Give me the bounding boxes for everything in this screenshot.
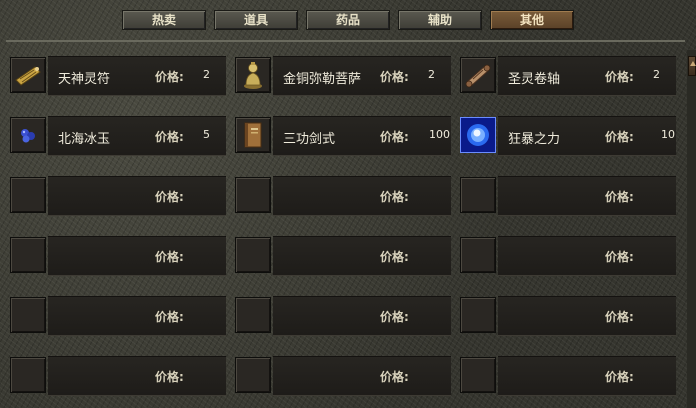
- empty-item-slot[interactable]: [235, 237, 271, 273]
- item-name: 圣灵卷轴: [508, 72, 561, 87]
- shop-item[interactable]: 价格:: [460, 295, 682, 336]
- price-label: 价格:: [155, 310, 184, 324]
- empty-item-slot[interactable]: [460, 297, 496, 333]
- item-band: [498, 176, 676, 216]
- shop-item[interactable]: 圣灵卷轴 价格: 2: [460, 55, 682, 96]
- item-price: 2: [428, 68, 435, 81]
- price-label: 价格:: [605, 250, 634, 264]
- price-label: 价格:: [605, 130, 634, 144]
- item-band: [48, 236, 226, 276]
- item-band: [498, 296, 676, 336]
- item-band: [48, 176, 226, 216]
- shop-item[interactable]: 价格:: [235, 235, 457, 276]
- item-slot[interactable]: [235, 57, 271, 93]
- item-price: 2: [203, 68, 210, 81]
- shop-row: 北海冰玉 价格: 5 三功剑式 价格: 100 狂暴之力 价格: 10: [10, 115, 686, 156]
- shop-item[interactable]: 价格:: [10, 295, 232, 336]
- item-slot[interactable]: [235, 117, 271, 153]
- shop-row: 价格: 价格: 价格:: [10, 175, 686, 216]
- shop-item[interactable]: 价格:: [235, 295, 457, 336]
- shop-item[interactable]: 价格:: [235, 175, 457, 216]
- scrollbar[interactable]: [687, 50, 696, 408]
- price-label: 价格:: [605, 310, 634, 324]
- shop-item[interactable]: 价格:: [10, 355, 232, 396]
- price-label: 价格:: [605, 370, 634, 384]
- price-label: 价格:: [155, 190, 184, 204]
- item-band: [498, 236, 676, 276]
- tab-items[interactable]: 道具: [214, 10, 298, 30]
- shop-item[interactable]: 天神灵符 价格: 2: [10, 55, 232, 96]
- item-name: 三功剑式: [283, 132, 336, 147]
- item-price: 100: [429, 128, 450, 141]
- price-label: 价格:: [155, 250, 184, 264]
- scroll-up-button[interactable]: [688, 56, 696, 76]
- price-label: 价格:: [380, 190, 409, 204]
- shop-item[interactable]: 价格:: [460, 355, 682, 396]
- item-name: 狂暴之力: [508, 132, 561, 147]
- empty-item-slot[interactable]: [10, 297, 46, 333]
- item-name: 天神灵符: [58, 72, 111, 87]
- book-icon: [244, 122, 262, 148]
- shop-item[interactable]: 价格:: [460, 235, 682, 276]
- price-label: 价格:: [155, 370, 184, 384]
- shop-item[interactable]: 北海冰玉 价格: 5: [10, 115, 232, 156]
- price-label: 价格:: [380, 250, 409, 264]
- shop-item[interactable]: 三功剑式 价格: 100: [235, 115, 457, 156]
- tab-hot-sale[interactable]: 热卖: [122, 10, 206, 30]
- talisman-icon: [15, 66, 41, 86]
- empty-item-slot[interactable]: [10, 177, 46, 213]
- item-name: 北海冰玉: [58, 132, 111, 147]
- item-slot[interactable]: [10, 57, 46, 93]
- scroll-icon: [465, 64, 491, 88]
- empty-item-slot[interactable]: [235, 177, 271, 213]
- empty-item-slot[interactable]: [460, 357, 496, 393]
- item-band: [273, 236, 451, 276]
- item-slot[interactable]: [460, 57, 496, 93]
- shop-item[interactable]: 狂暴之力 价格: 10: [460, 115, 682, 156]
- item-band: [273, 176, 451, 216]
- shop-row: 价格: 价格: 价格:: [10, 355, 686, 396]
- shop-item[interactable]: 价格:: [10, 175, 232, 216]
- item-band: [498, 356, 676, 396]
- item-band: [273, 356, 451, 396]
- price-label: 价格:: [380, 310, 409, 324]
- item-band: [48, 296, 226, 336]
- price-label: 价格:: [605, 190, 634, 204]
- buddha-statue-icon: [244, 62, 262, 89]
- item-price: 10: [661, 128, 675, 141]
- shop-row: 价格: 价格: 价格:: [10, 295, 686, 336]
- shop-item[interactable]: 价格:: [235, 355, 457, 396]
- shop-row: 天神灵符 价格: 2 金铜弥勒菩萨 价格: 2 圣灵卷轴 价格: 2: [10, 55, 686, 96]
- shop-item[interactable]: 价格:: [460, 175, 682, 216]
- empty-item-slot[interactable]: [460, 177, 496, 213]
- blue-orb-icon: [461, 118, 495, 152]
- tab-auxiliary[interactable]: 辅助: [398, 10, 482, 30]
- ice-jade-icon: [21, 129, 35, 143]
- empty-item-slot[interactable]: [235, 357, 271, 393]
- item-price: 2: [653, 68, 660, 81]
- item-price: 5: [203, 128, 210, 141]
- tab-bar: 热卖 道具 药品 辅助 其他: [0, 0, 696, 38]
- empty-item-slot[interactable]: [235, 297, 271, 333]
- empty-item-slot[interactable]: [10, 357, 46, 393]
- tab-other[interactable]: 其他: [490, 10, 574, 30]
- item-band: [273, 296, 451, 336]
- item-slot[interactable]: [10, 117, 46, 153]
- empty-item-slot[interactable]: [460, 237, 496, 273]
- price-label: 价格:: [380, 130, 409, 144]
- shop-item[interactable]: 价格:: [10, 235, 232, 276]
- empty-item-slot[interactable]: [10, 237, 46, 273]
- tab-potions[interactable]: 药品: [306, 10, 390, 30]
- price-label: 价格:: [380, 370, 409, 384]
- item-band: [48, 356, 226, 396]
- item-name: 金铜弥勒菩萨: [283, 72, 362, 87]
- shop-row: 价格: 价格: 价格:: [10, 235, 686, 276]
- shop-item[interactable]: 金铜弥勒菩萨 价格: 2: [235, 55, 457, 96]
- item-slot[interactable]: [460, 117, 496, 153]
